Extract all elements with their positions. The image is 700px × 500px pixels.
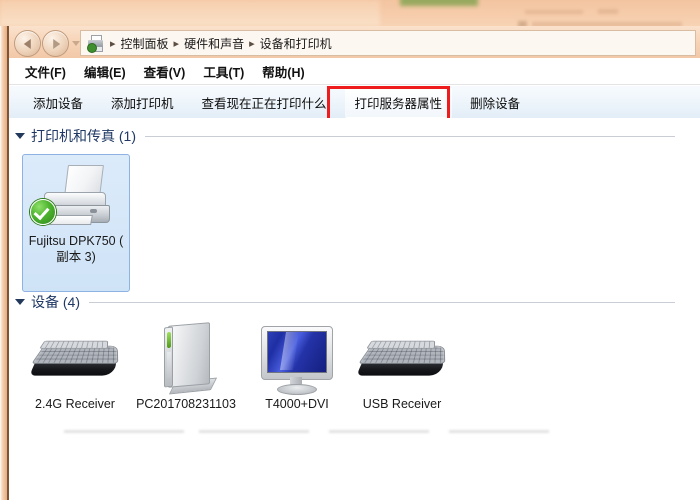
list-item[interactable]: Fujitsu DPK750 ( 副本 3) — [22, 154, 130, 292]
remove-device-button[interactable]: 删除设备 — [460, 87, 530, 118]
address-bar: ▸ 控制面板 ▸ 硬件和声音 ▸ 设备和打印机 — [9, 26, 700, 58]
group-header-devices[interactable]: 设备 (4) — [15, 292, 675, 312]
group-divider — [145, 136, 675, 137]
list-item[interactable]: PC201708231103 — [133, 322, 239, 412]
breadcrumb-separator-icon[interactable]: ▸ — [110, 37, 116, 50]
printer-icon — [87, 35, 105, 51]
forward-button[interactable] — [42, 30, 69, 57]
menu-item-view[interactable]: 查看(V) — [144, 62, 186, 81]
print-server-properties-button[interactable]: 打印服务器属性 — [345, 87, 453, 118]
monitor-icon — [251, 322, 343, 396]
list-item-label: PC201708231103 — [133, 396, 239, 412]
group-title: 设备 (4) — [31, 292, 80, 312]
computer-tower-icon — [140, 322, 232, 396]
breadcrumb-item-hardware-and-sound[interactable]: 硬件和声音 — [184, 35, 244, 52]
triangle-down-icon[interactable] — [15, 299, 25, 305]
group-divider — [89, 302, 675, 303]
titlebar-wash — [0, 0, 380, 26]
breadcrumb[interactable]: ▸ 控制面板 ▸ 硬件和声音 ▸ 设备和打印机 — [80, 30, 696, 56]
devices-and-printers-window: ▸ 控制面板 ▸ 硬件和声音 ▸ 设备和打印机 文件(F) 编辑(E) 查看(V… — [0, 0, 700, 500]
blur-artifact — [199, 430, 309, 433]
breadcrumb-separator-icon[interactable]: ▸ — [174, 37, 180, 50]
blur-artifact — [64, 430, 184, 433]
breadcrumb-item-devices-and-printers[interactable]: 设备和打印机 — [260, 35, 332, 52]
back-button[interactable] — [14, 30, 41, 57]
menu-item-tools[interactable]: 工具(T) — [203, 62, 244, 81]
titlebar-ghost-text — [598, 9, 618, 14]
blur-artifact — [449, 430, 549, 433]
command-toolbar: 添加设备 添加打印机 查看现在正在打印什么 打印服务器属性 删除设备 — [9, 85, 700, 119]
menu-item-help[interactable]: 帮助(H) — [262, 62, 304, 81]
titlebar-ghost-text — [525, 10, 583, 14]
menu-item-edit[interactable]: 编辑(E) — [84, 62, 126, 81]
menu-item-file[interactable]: 文件(F) — [25, 62, 66, 81]
list-item[interactable]: 2.4G Receiver — [22, 322, 128, 412]
see-whats-printing-button[interactable]: 查看现在正在打印什么 — [192, 87, 337, 118]
group-title: 打印机和传真 (1) — [31, 126, 136, 146]
triangle-down-icon[interactable] — [15, 133, 25, 139]
devices-content-area: 打印机和传真 (1) Fujitsu DPK750 ( 副本 3) 设备 (4) — [9, 118, 700, 500]
printer-icon — [30, 159, 122, 233]
keyboard-icon — [29, 322, 121, 396]
recent-pages-chevron-down-icon[interactable] — [72, 41, 80, 46]
forward-arrow-icon — [53, 39, 60, 49]
list-item[interactable]: T4000+DVI — [244, 322, 350, 412]
breadcrumb-separator-icon[interactable]: ▸ — [249, 37, 255, 50]
group-header-printers-and-faxes[interactable]: 打印机和传真 (1) — [15, 126, 675, 146]
add-printer-button[interactable]: 添加打印机 — [101, 87, 184, 118]
breadcrumb-item-control-panel[interactable]: 控制面板 — [121, 35, 169, 52]
navigation-buttons — [12, 29, 76, 56]
keyboard-icon — [356, 322, 448, 396]
titlebar-green-artifact — [400, 0, 478, 6]
default-printer-check-icon — [30, 199, 56, 225]
list-item-label: Fujitsu DPK750 ( 副本 3) — [23, 233, 129, 265]
window-titlebar-blurred — [0, 0, 700, 26]
add-device-button[interactable]: 添加设备 — [23, 87, 93, 118]
list-item-label: 2.4G Receiver — [22, 396, 128, 412]
blur-artifact — [329, 430, 429, 433]
menu-bar: 文件(F) 编辑(E) 查看(V) 工具(T) 帮助(H) — [9, 58, 700, 85]
list-item-label: USB Receiver — [342, 396, 462, 412]
list-item[interactable]: USB Receiver — [342, 322, 462, 412]
back-arrow-icon — [23, 39, 30, 49]
list-item-label: T4000+DVI — [244, 396, 350, 412]
